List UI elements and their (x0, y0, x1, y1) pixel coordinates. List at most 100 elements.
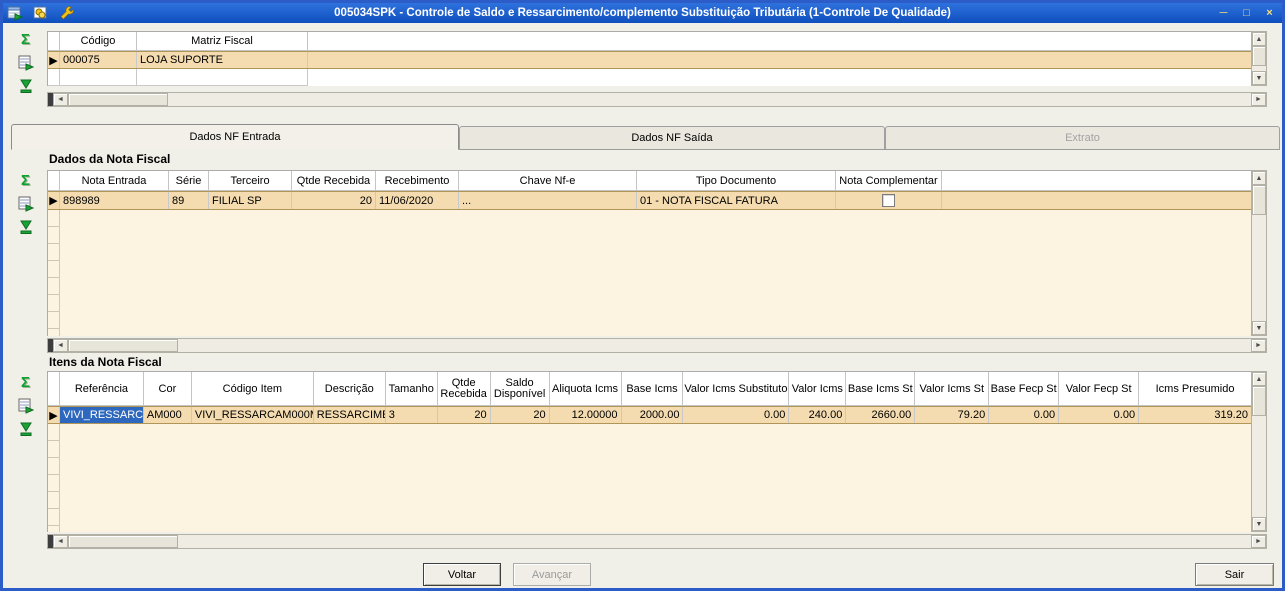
coins-icon[interactable] (33, 5, 49, 21)
avancar-button[interactable]: Avançar (513, 563, 591, 586)
selector-header-cell (48, 32, 60, 51)
col-header-codigo: Código (60, 32, 137, 51)
matriz-h-scrollbar[interactable]: ◄ ► (47, 92, 1267, 107)
tab-dados-nf-entrada[interactable]: Dados NF Entrada (11, 124, 459, 150)
cell-chave-nfe[interactable]: ... (459, 192, 637, 209)
cell-base-fecp-st[interactable]: 0.00 (989, 407, 1060, 423)
empty-cell (137, 69, 308, 86)
cell-qtde-recebida[interactable]: 20 (292, 192, 376, 209)
cell-codigo-item[interactable]: VIVI_RESSARCAM000M (192, 407, 314, 423)
scroll-track[interactable] (68, 93, 1251, 106)
cell-cor[interactable]: AM000 (144, 407, 192, 423)
cell-valor-icms-st[interactable]: 79.20 (915, 407, 990, 423)
nota-complementar-checkbox[interactable] (882, 194, 895, 207)
cell-base-icms[interactable]: 2000.00 (622, 407, 684, 423)
last-record-icon[interactable] (17, 219, 34, 235)
scroll-left-button[interactable]: ◄ (53, 93, 68, 106)
scroll-thumb[interactable] (1252, 386, 1266, 416)
last-record-icon[interactable] (17, 421, 34, 437)
cell-qtde-recebida[interactable]: 20 (438, 407, 491, 423)
matriz-grid-toolbar: Σ (17, 32, 37, 94)
scroll-thumb[interactable] (68, 535, 178, 548)
cell-icms-presumido[interactable]: 319.20 (1139, 407, 1251, 423)
col-header-tipo-documento: Tipo Documento (637, 171, 836, 191)
scroll-right-button[interactable]: ► (1251, 535, 1266, 548)
export-rows-icon[interactable] (17, 398, 34, 414)
cell-tipo-documento[interactable]: 01 - NOTA FISCAL FATURA (637, 192, 836, 209)
close-icon[interactable]: × (1261, 6, 1278, 21)
export-rows-icon[interactable] (17, 196, 34, 212)
itens-section-title: Itens da Nota Fiscal (49, 355, 162, 369)
scroll-thumb[interactable] (68, 339, 178, 352)
matriz-row[interactable]: ▶ 000075 LOJA SUPORTE (48, 51, 1251, 69)
scroll-track[interactable] (1252, 386, 1266, 517)
item-row[interactable]: ▶ VIVI_RESSARC AM000 VIVI_RESSARCAM000M … (48, 406, 1251, 424)
tab-extrato[interactable]: Extrato (885, 126, 1280, 149)
cell-saldo-disponivel[interactable]: 20 (491, 407, 550, 423)
scroll-right-button[interactable]: ► (1251, 339, 1266, 352)
header-filler (308, 32, 1251, 51)
maximize-icon[interactable]: □ (1238, 6, 1255, 21)
matriz-grid: Código Matriz Fiscal ▶ 000075 LOJA SUPOR… (47, 31, 1251, 86)
itens-v-scrollbar[interactable]: ▲ ▼ (1251, 371, 1267, 532)
cell-tamanho[interactable]: 3 (386, 407, 438, 423)
sum-icon[interactable]: Σ (17, 173, 34, 189)
scroll-up-button[interactable]: ▲ (1252, 32, 1266, 46)
export-rows-icon[interactable] (17, 55, 34, 71)
cell-valor-icms[interactable]: 240.00 (789, 407, 847, 423)
scroll-track[interactable] (68, 339, 1251, 352)
scroll-up-button[interactable]: ▲ (1252, 372, 1266, 386)
cell-aliquota-icms[interactable]: 12.00000 (550, 407, 622, 423)
col-header-nota-complementar: Nota Complementar (836, 171, 942, 191)
scroll-thumb[interactable] (68, 93, 168, 106)
cell-descricao[interactable]: RESSARCIME (314, 407, 386, 423)
scroll-track[interactable] (68, 535, 1251, 548)
cell-recebimento[interactable]: 11/06/2020 (376, 192, 459, 209)
cell-valor-icms-substituto[interactable]: 0.00 (683, 407, 790, 423)
nf-v-scrollbar[interactable]: ▲ ▼ (1251, 170, 1267, 336)
scroll-up-button[interactable]: ▲ (1252, 171, 1266, 185)
scroll-left-button[interactable]: ◄ (53, 339, 68, 352)
cell-nota-entrada[interactable]: 898989 (60, 192, 169, 209)
scroll-down-button[interactable]: ▼ (1252, 517, 1266, 531)
itens-grid: Referência Cor Código Item Descrição Tam… (47, 371, 1251, 532)
cell-base-icms-st[interactable]: 2660.00 (846, 407, 916, 423)
scroll-right-button[interactable]: ► (1251, 93, 1266, 106)
col-header-nota-entrada: Nota Entrada (60, 171, 169, 191)
cell-referencia[interactable]: VIVI_RESSARC (60, 407, 144, 423)
nf-row[interactable]: ▶ 898989 89 FILIAL SP 20 11/06/2020 ... … (48, 191, 1251, 210)
itens-h-scrollbar[interactable]: ◄ ► (47, 534, 1267, 549)
cell-codigo[interactable]: 000075 (60, 52, 137, 68)
voltar-button[interactable]: Voltar (423, 563, 501, 586)
sum-icon[interactable]: Σ (17, 375, 34, 391)
cell-serie[interactable]: 89 (169, 192, 209, 209)
minimize-icon[interactable]: ─ (1215, 6, 1232, 21)
scroll-track[interactable] (1252, 185, 1266, 321)
itens-grid-body[interactable] (48, 424, 1251, 532)
nf-grid-body[interactable] (48, 210, 1251, 336)
cell-terceiro[interactable]: FILIAL SP (209, 192, 292, 209)
sair-button[interactable]: Sair (1195, 563, 1274, 586)
col-header-valor-icms: Valor Icms (789, 372, 847, 406)
grid-export-icon[interactable] (7, 5, 23, 21)
scroll-left-button[interactable]: ◄ (53, 535, 68, 548)
scroll-down-button[interactable]: ▼ (1252, 321, 1266, 335)
tab-dados-nf-saida[interactable]: Dados NF Saída (459, 126, 885, 149)
wrench-icon[interactable] (59, 5, 75, 21)
last-record-icon[interactable] (17, 78, 34, 94)
selector-header-cell (48, 372, 60, 406)
row-selector-strip (48, 210, 60, 336)
col-header-saldo-disponivel: Saldo Disponível (490, 372, 550, 406)
matriz-v-scrollbar[interactable]: ▲ ▼ (1251, 31, 1267, 86)
col-header-valor-icms-st: Valor Icms St (915, 372, 990, 406)
scroll-track[interactable] (1252, 46, 1266, 71)
scroll-thumb[interactable] (1252, 185, 1266, 215)
sum-icon[interactable]: Σ (17, 32, 34, 48)
nf-h-scrollbar[interactable]: ◄ ► (47, 338, 1267, 353)
scroll-down-button[interactable]: ▼ (1252, 71, 1266, 85)
scroll-thumb[interactable] (1252, 46, 1266, 66)
matriz-empty-row[interactable] (48, 69, 1251, 86)
cell-valor-fecp-st[interactable]: 0.00 (1059, 407, 1140, 423)
nf-section-title: Dados da Nota Fiscal (49, 152, 171, 166)
cell-matriz-fiscal[interactable]: LOJA SUPORTE (137, 52, 308, 68)
